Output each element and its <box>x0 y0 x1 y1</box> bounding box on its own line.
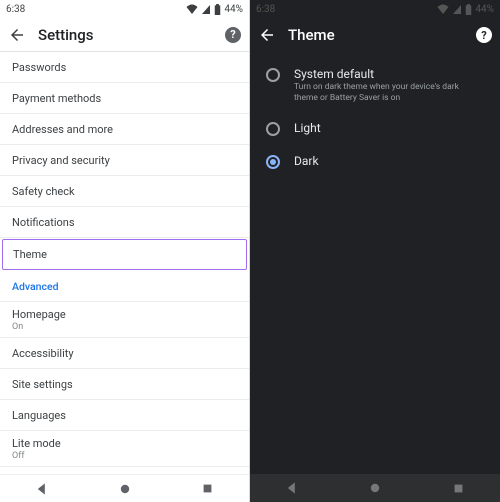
settings-item-label: Privacy and security <box>12 154 237 167</box>
settings-item[interactable]: Privacy and security <box>0 145 249 176</box>
arrow-back-icon <box>258 26 276 44</box>
settings-item[interactable]: Downloads <box>0 467 249 474</box>
settings-screen: 6:38 44% Settings ? Passwords Payment met… <box>0 0 250 502</box>
theme-option-label: System default <box>294 67 474 81</box>
radio-button[interactable] <box>266 155 280 169</box>
battery-icon <box>465 4 472 15</box>
status-time: 6:38 <box>256 4 275 15</box>
nav-recents-icon <box>201 482 214 495</box>
signal-icon <box>452 4 462 14</box>
app-bar: Theme ? <box>250 18 500 52</box>
back-button[interactable] <box>258 26 276 44</box>
theme-option[interactable]: Dark <box>250 145 500 178</box>
page-title: Settings <box>38 26 213 44</box>
settings-item-label: Homepage <box>12 308 237 321</box>
status-indicators: 44% <box>437 4 494 15</box>
settings-item-label: Payment methods <box>12 92 237 105</box>
settings-item-label: Notifications <box>12 216 237 229</box>
settings-item-label: Site settings <box>12 378 237 391</box>
settings-item[interactable]: Safety check <box>0 176 249 207</box>
settings-item[interactable]: Addresses and more <box>0 114 249 145</box>
back-button[interactable] <box>8 26 26 44</box>
nav-back-icon <box>35 482 49 496</box>
page-title: Theme <box>288 26 464 44</box>
settings-item[interactable]: Lite modeOff <box>0 431 249 467</box>
settings-item-sub: Off <box>12 451 237 461</box>
nav-recents-icon <box>452 482 465 495</box>
theme-options: System defaultTurn on dark theme when yo… <box>250 52 500 474</box>
section-header: Advanced <box>0 271 249 302</box>
settings-item-sub: On <box>12 322 237 332</box>
settings-item[interactable]: Notifications <box>0 207 249 238</box>
wifi-icon <box>186 4 198 14</box>
settings-item-label: Accessibility <box>12 347 237 360</box>
help-button[interactable]: ? <box>476 27 492 43</box>
status-time: 6:38 <box>6 4 25 15</box>
settings-item[interactable]: HomepageOn <box>0 302 249 338</box>
nav-home-button[interactable] <box>118 482 132 496</box>
battery-percent: 44% <box>224 4 243 15</box>
nav-back-icon <box>285 481 299 495</box>
app-bar: Settings ? <box>0 18 249 52</box>
theme-option-label: Light <box>294 121 321 135</box>
settings-item[interactable]: Payment methods <box>0 83 249 114</box>
battery-icon <box>214 4 221 15</box>
settings-item-label: Lite mode <box>12 437 237 450</box>
theme-option[interactable]: System defaultTurn on dark theme when yo… <box>250 58 500 112</box>
nav-back-button[interactable] <box>285 481 299 495</box>
battery-percent: 44% <box>475 4 494 15</box>
settings-item[interactable]: Languages <box>0 400 249 431</box>
wifi-icon <box>437 4 449 14</box>
settings-item[interactable]: Passwords <box>0 52 249 83</box>
theme-option[interactable]: Light <box>250 112 500 145</box>
nav-back-button[interactable] <box>35 482 49 496</box>
help-button[interactable]: ? <box>225 27 241 43</box>
system-nav-bar <box>250 474 500 502</box>
nav-recents-button[interactable] <box>452 482 465 495</box>
theme-option-sub: Turn on dark theme when your device's da… <box>294 82 474 103</box>
settings-item-label: Languages <box>12 409 237 422</box>
signal-icon <box>201 4 211 14</box>
nav-recents-button[interactable] <box>201 482 214 495</box>
status-indicators: 44% <box>186 4 243 15</box>
arrow-back-icon <box>8 26 26 44</box>
settings-list: Passwords Payment methods Addresses and mo… <box>0 52 249 474</box>
nav-home-icon <box>118 482 132 496</box>
status-bar: 6:38 44% <box>250 0 500 18</box>
radio-button[interactable] <box>266 68 280 82</box>
settings-item-label: Addresses and more <box>12 123 237 136</box>
theme-screen: 6:38 44% Theme ? System defaultTurn on d… <box>250 0 500 502</box>
settings-item-label: Theme <box>13 248 236 261</box>
nav-home-button[interactable] <box>368 481 382 495</box>
settings-item[interactable]: Accessibility <box>0 338 249 369</box>
status-bar: 6:38 44% <box>0 0 249 18</box>
settings-item-label: Passwords <box>12 61 237 74</box>
settings-item[interactable]: Theme <box>2 239 247 270</box>
theme-option-label: Dark <box>294 154 319 168</box>
system-nav-bar <box>0 474 249 502</box>
settings-item[interactable]: Site settings <box>0 369 249 400</box>
nav-home-icon <box>368 481 382 495</box>
settings-item-label: Advanced <box>12 280 237 293</box>
settings-item-label: Safety check <box>12 185 237 198</box>
radio-button[interactable] <box>266 122 280 136</box>
